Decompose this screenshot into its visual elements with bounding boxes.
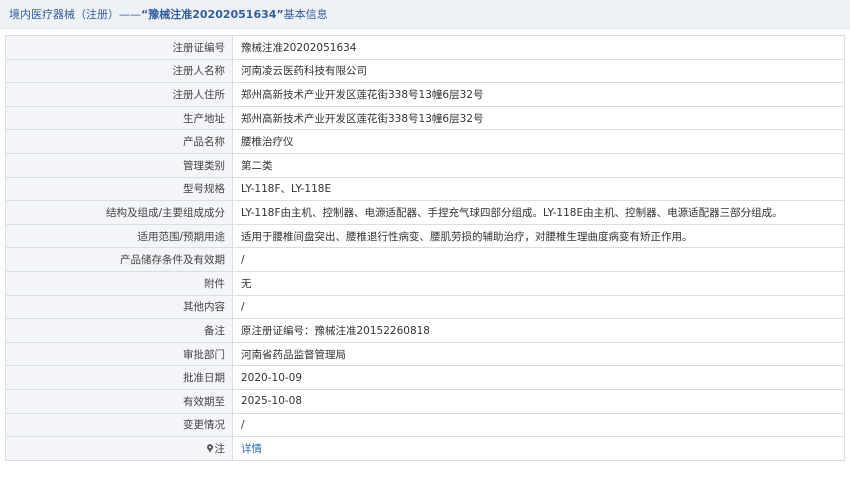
row-label: 备注 bbox=[5, 318, 233, 343]
table-row: 产品储存条件及有效期 / bbox=[5, 247, 845, 272]
page-header: 境内医疗器械（注册）——“豫械注准20202051634”基本信息 bbox=[0, 0, 850, 29]
title-registration-number: “豫械注准20202051634” bbox=[141, 8, 284, 21]
row-value: 2020-10-09 bbox=[232, 365, 845, 390]
row-label: 批准日期 bbox=[5, 365, 233, 390]
table-row: 注册证编号 豫械注准20202051634 bbox=[5, 35, 845, 60]
row-label: 变更情况 bbox=[5, 412, 233, 438]
pin-icon bbox=[206, 444, 213, 453]
row-label: 生产地址 bbox=[5, 105, 233, 131]
table-row: 附件无 bbox=[5, 270, 845, 296]
table-row: 其他内容 / bbox=[5, 294, 845, 320]
row-value: 第二类 bbox=[232, 152, 845, 178]
table-row: 备注 原注册证编号：豫械注准20152260818 bbox=[5, 318, 845, 343]
table-row: 结构及组成/主要组成成分 LY-118F由主机、控制器、电源适配器、手捏充气球四部… bbox=[5, 200, 845, 225]
page-title: 境内医疗器械（注册）——“豫械注准20202051634”基本信息 bbox=[9, 7, 328, 22]
row-label: 型号规格 bbox=[5, 176, 233, 202]
row-label: 审批部门 bbox=[5, 341, 233, 367]
row-value: 原注册证编号：豫械注准20152260818 bbox=[232, 318, 845, 343]
row-value: 2025-10-08 bbox=[232, 388, 845, 414]
table-row: 管理类别 第二类 bbox=[5, 152, 845, 178]
row-value: / bbox=[232, 412, 845, 438]
note-label: 注 bbox=[214, 442, 226, 455]
row-value: LY-118F、LY-118E bbox=[232, 176, 845, 202]
note-row: 注 详情 bbox=[5, 436, 845, 461]
details-link[interactable]: 详情 bbox=[241, 443, 262, 455]
row-value: 河南凌云医药科技有限公司 bbox=[232, 58, 845, 84]
table-row: 审批部门 河南省药品监督管理局 bbox=[5, 341, 845, 367]
table-row: 产品名称 腰椎治疗仪 bbox=[5, 129, 845, 154]
info-table: 注册证编号 豫械注准20202051634 注册人名称 河南凌云医药科技有限公司 注… bbox=[5, 35, 845, 461]
row-value: 河南省药品监督管理局 bbox=[232, 341, 845, 367]
row-value: LY-118F由主机、控制器、电源适配器、手捏充气球四部分组成。LY-118E由… bbox=[232, 200, 845, 225]
table-row: 型号规格 LY-118F、LY-118E bbox=[5, 176, 845, 202]
table-row: 注册人名称 河南凌云医药科技有限公司 bbox=[5, 58, 845, 84]
row-label: 产品名称 bbox=[5, 129, 233, 154]
row-label: 结构及组成/主要组成成分 bbox=[5, 200, 233, 225]
row-value: 郑州高新技术产业开发区莲花街338号13幢6层32号 bbox=[232, 82, 845, 107]
title-prefix: 境内医疗器械（注册）—— bbox=[9, 8, 141, 21]
table-row: 变更情况 / bbox=[5, 412, 845, 438]
row-label: 适用范围/预期用途 bbox=[5, 223, 233, 249]
title-suffix: 基本信息 bbox=[283, 8, 328, 21]
row-value: 腰椎治疗仪 bbox=[232, 129, 845, 154]
row-value: 豫械注准20202051634 bbox=[232, 35, 845, 60]
row-label: 注册人住所 bbox=[5, 82, 233, 107]
row-label: 其他内容 bbox=[5, 294, 233, 320]
table-row: 生产地址 郑州高新技术产业开发区莲花街338号13幢6层32号 bbox=[5, 105, 845, 131]
row-value: 适用于腰椎间盘突出、腰椎退行性病变、腰肌劳损的辅助治疗，对腰椎生理曲度病变有矫正… bbox=[232, 223, 845, 249]
row-value: / bbox=[232, 247, 845, 272]
note-label-cell: 注 bbox=[5, 436, 233, 461]
row-label: 附件 bbox=[5, 270, 233, 296]
row-value: 无 bbox=[232, 270, 845, 296]
row-value: 郑州高新技术产业开发区莲花街338号13幢6层32号 bbox=[232, 105, 845, 131]
table-row: 注册人住所 郑州高新技术产业开发区莲花街338号13幢6层32号 bbox=[5, 82, 845, 107]
note-value-cell: 详情 bbox=[232, 436, 845, 461]
table-row: 适用范围/预期用途 适用于腰椎间盘突出、腰椎退行性病变、腰肌劳损的辅助治疗，对腰椎… bbox=[5, 223, 845, 249]
row-label: 注册人名称 bbox=[5, 58, 233, 84]
row-value: / bbox=[232, 294, 845, 320]
row-label: 产品储存条件及有效期 bbox=[5, 247, 233, 272]
row-label: 注册证编号 bbox=[5, 35, 233, 60]
table-row: 有效期至 2025-10-08 bbox=[5, 388, 845, 414]
row-label: 管理类别 bbox=[5, 152, 233, 178]
table-row: 批准日期 2020-10-09 bbox=[5, 365, 845, 390]
row-label: 有效期至 bbox=[5, 388, 233, 414]
